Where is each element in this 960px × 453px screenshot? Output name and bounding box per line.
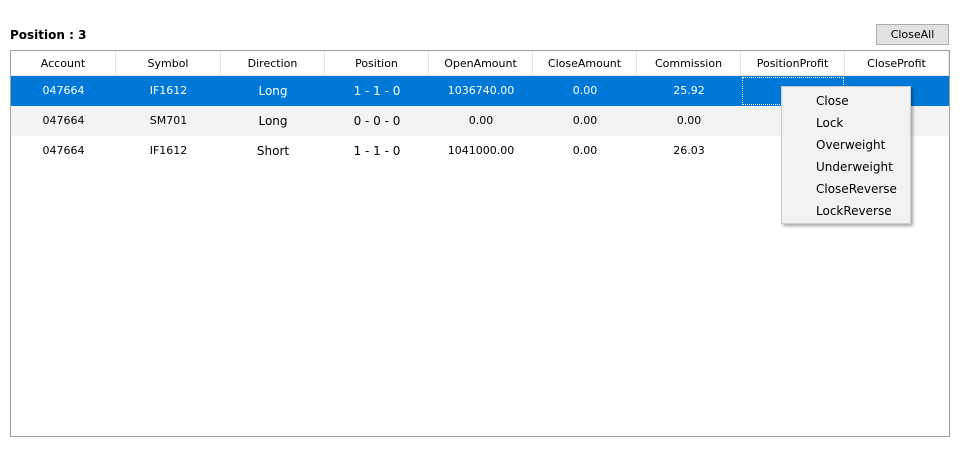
column-header-account[interactable]: Account [11,51,116,76]
cell-open-amount: 1036740.00 [447,84,515,97]
column-header-position[interactable]: Position [325,51,429,76]
cell-direction: Long [258,114,288,128]
cell-commission: 0.00 [676,114,702,127]
cell-close-amount: 0.00 [572,84,598,97]
menu-item-close[interactable]: Close [782,90,910,112]
cell-open-amount: 1041000.00 [447,144,515,157]
cell-commission: 26.03 [673,144,705,157]
table-header-row: Account Symbol Direction Position OpenAm… [11,51,949,76]
cell-account: 047664 [42,144,85,157]
position-separator: : [64,28,79,42]
column-header-position-profit[interactable]: PositionProfit [741,51,845,76]
cell-symbol: IF1612 [149,144,188,157]
column-header-commission[interactable]: Commission [637,51,741,76]
cell-close-amount: 0.00 [572,144,598,157]
menu-item-lock[interactable]: Lock [782,112,910,134]
cell-position: 0 - 0 - 0 [353,114,401,128]
menu-item-underweight[interactable]: Underweight [782,156,910,178]
column-header-close-amount[interactable]: CloseAmount [533,51,637,76]
cell-close-amount: 0.00 [572,114,598,127]
menu-item-lock-reverse[interactable]: LockReverse [782,200,910,222]
cell-commission: 25.92 [673,84,705,97]
close-all-button[interactable]: CloseAll [876,24,949,45]
menu-item-overweight[interactable]: Overweight [782,134,910,156]
column-header-close-profit[interactable]: CloseProfit [845,51,949,76]
menu-item-close-reverse[interactable]: CloseReverse [782,178,910,200]
cell-position: 1 - 1 - 0 [353,84,401,98]
cell-open-amount: 0.00 [468,114,494,127]
cell-symbol: SM701 [149,114,188,127]
position-label: Position [10,28,65,42]
cell-direction: Long [258,84,288,98]
cell-symbol: IF1612 [149,84,188,97]
position-count: 3 [78,28,87,42]
position-count-title: Position : 3 [10,28,86,42]
cell-account: 047664 [42,114,85,127]
cell-direction: Short [256,144,290,158]
column-header-direction[interactable]: Direction [221,51,325,76]
row-context-menu: Close Lock Overweight Underweight CloseR… [781,86,911,224]
positions-window: Position : 3 CloseAll Account Symbol Dir… [0,0,960,453]
cell-account: 047664 [42,84,85,97]
cell-position: 1 - 1 - 0 [353,144,401,158]
column-header-open-amount[interactable]: OpenAmount [429,51,533,76]
column-header-symbol[interactable]: Symbol [116,51,221,76]
